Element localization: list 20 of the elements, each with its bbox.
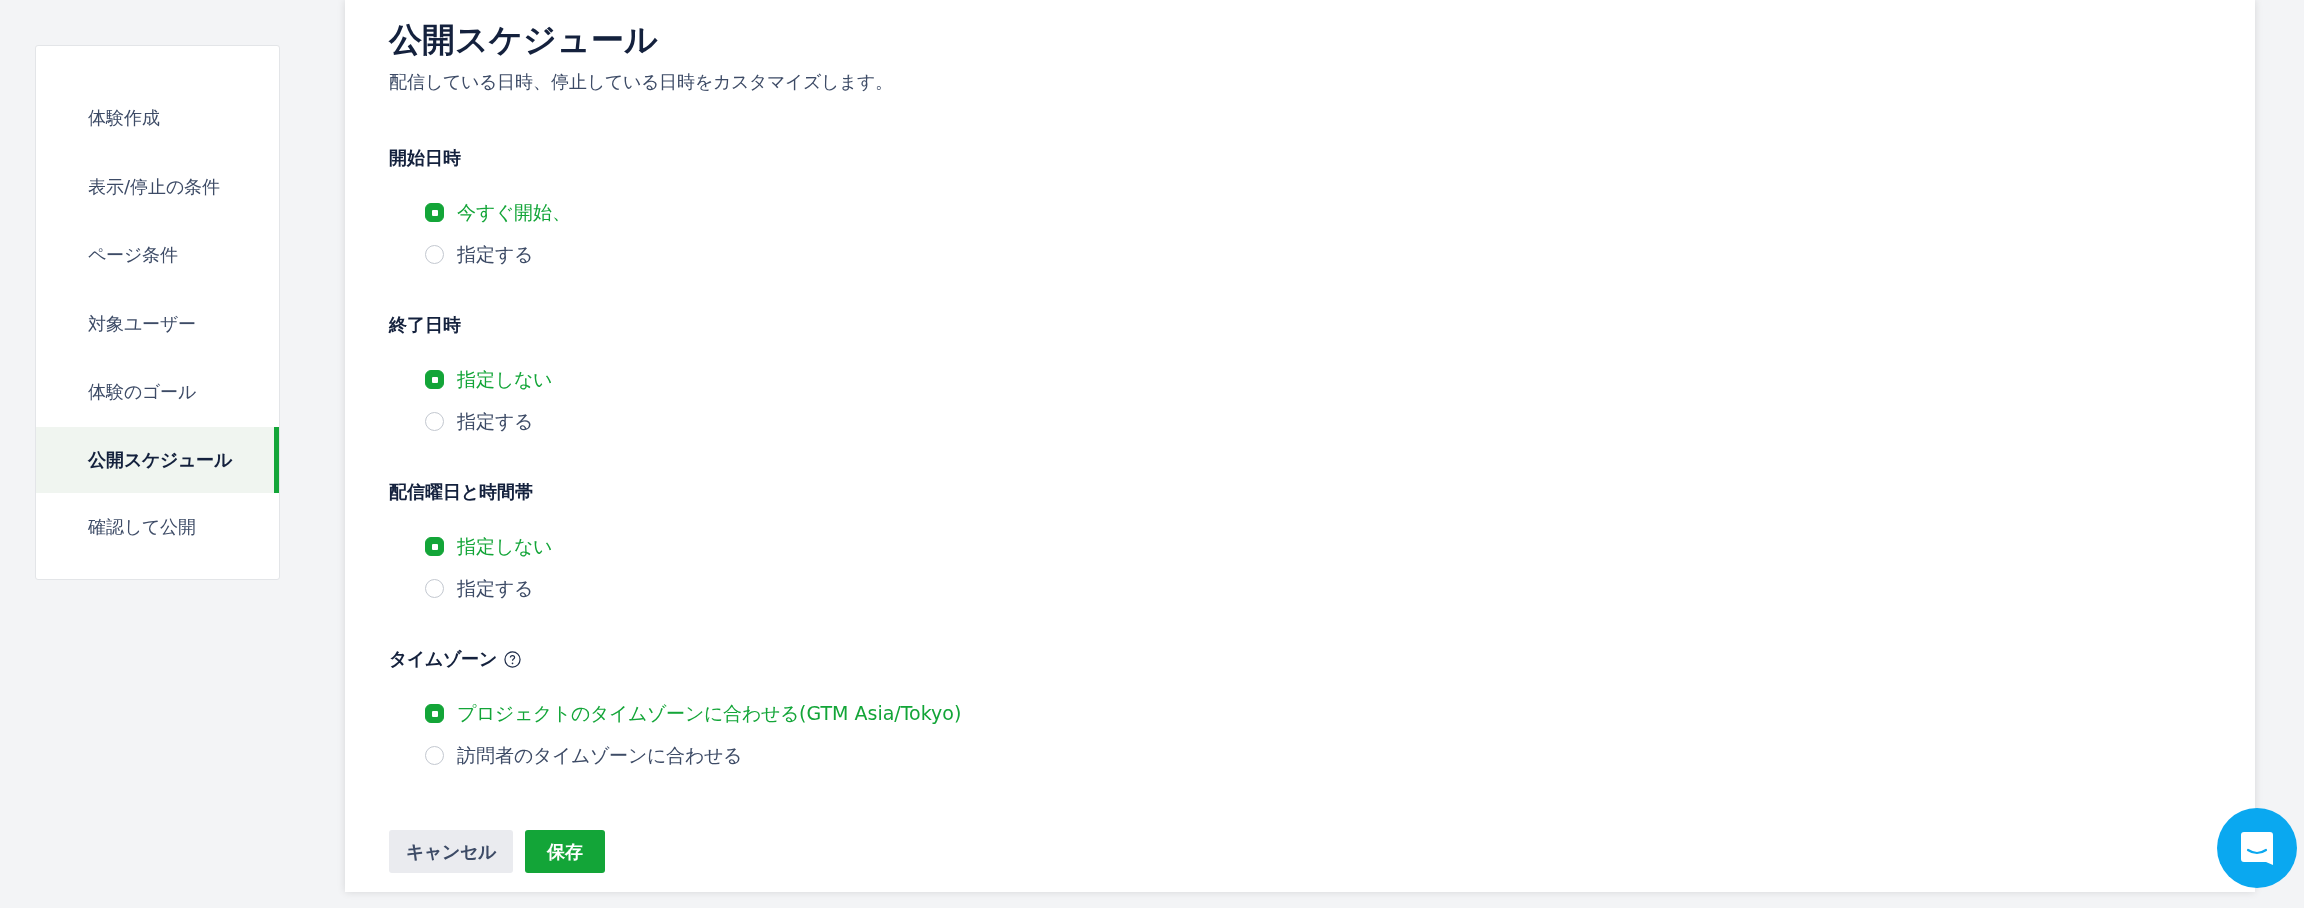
sidebar-item[interactable]: 体験のゴール [36, 358, 279, 427]
sidebar-item[interactable]: 確認して公開 [36, 492, 279, 561]
chat-icon [2238, 829, 2276, 867]
sidebar-item[interactable]: 体験作成 [36, 84, 279, 153]
section-label: タイムゾーン [389, 647, 497, 671]
radio-option[interactable]: 指定する [425, 242, 2211, 267]
section-label: 開始日時 [389, 146, 461, 170]
sidebar-item[interactable]: 公開スケジュール [36, 426, 279, 493]
radio-option[interactable]: 指定する [425, 409, 2211, 434]
radio-option[interactable]: 訪問者のタイムゾーンに合わせる [425, 743, 2211, 768]
cancel-button[interactable]: キャンセル [389, 830, 513, 873]
section-label: 配信曜日と時間帯 [389, 480, 533, 504]
page-description: 配信している日時、停止している日時をカスタマイズします。 [389, 70, 894, 94]
sidebar-item[interactable]: 対象ユーザー [36, 289, 279, 358]
help-icon[interactable] [504, 650, 521, 668]
section-label: 終了日時 [389, 313, 461, 337]
sidebar-item[interactable]: 表示/停止の条件 [36, 152, 279, 221]
radio-option[interactable]: 指定する [425, 576, 2211, 601]
page-title: 公開スケジュール [389, 19, 659, 61]
sidebar-item[interactable]: ページ条件 [36, 221, 279, 290]
